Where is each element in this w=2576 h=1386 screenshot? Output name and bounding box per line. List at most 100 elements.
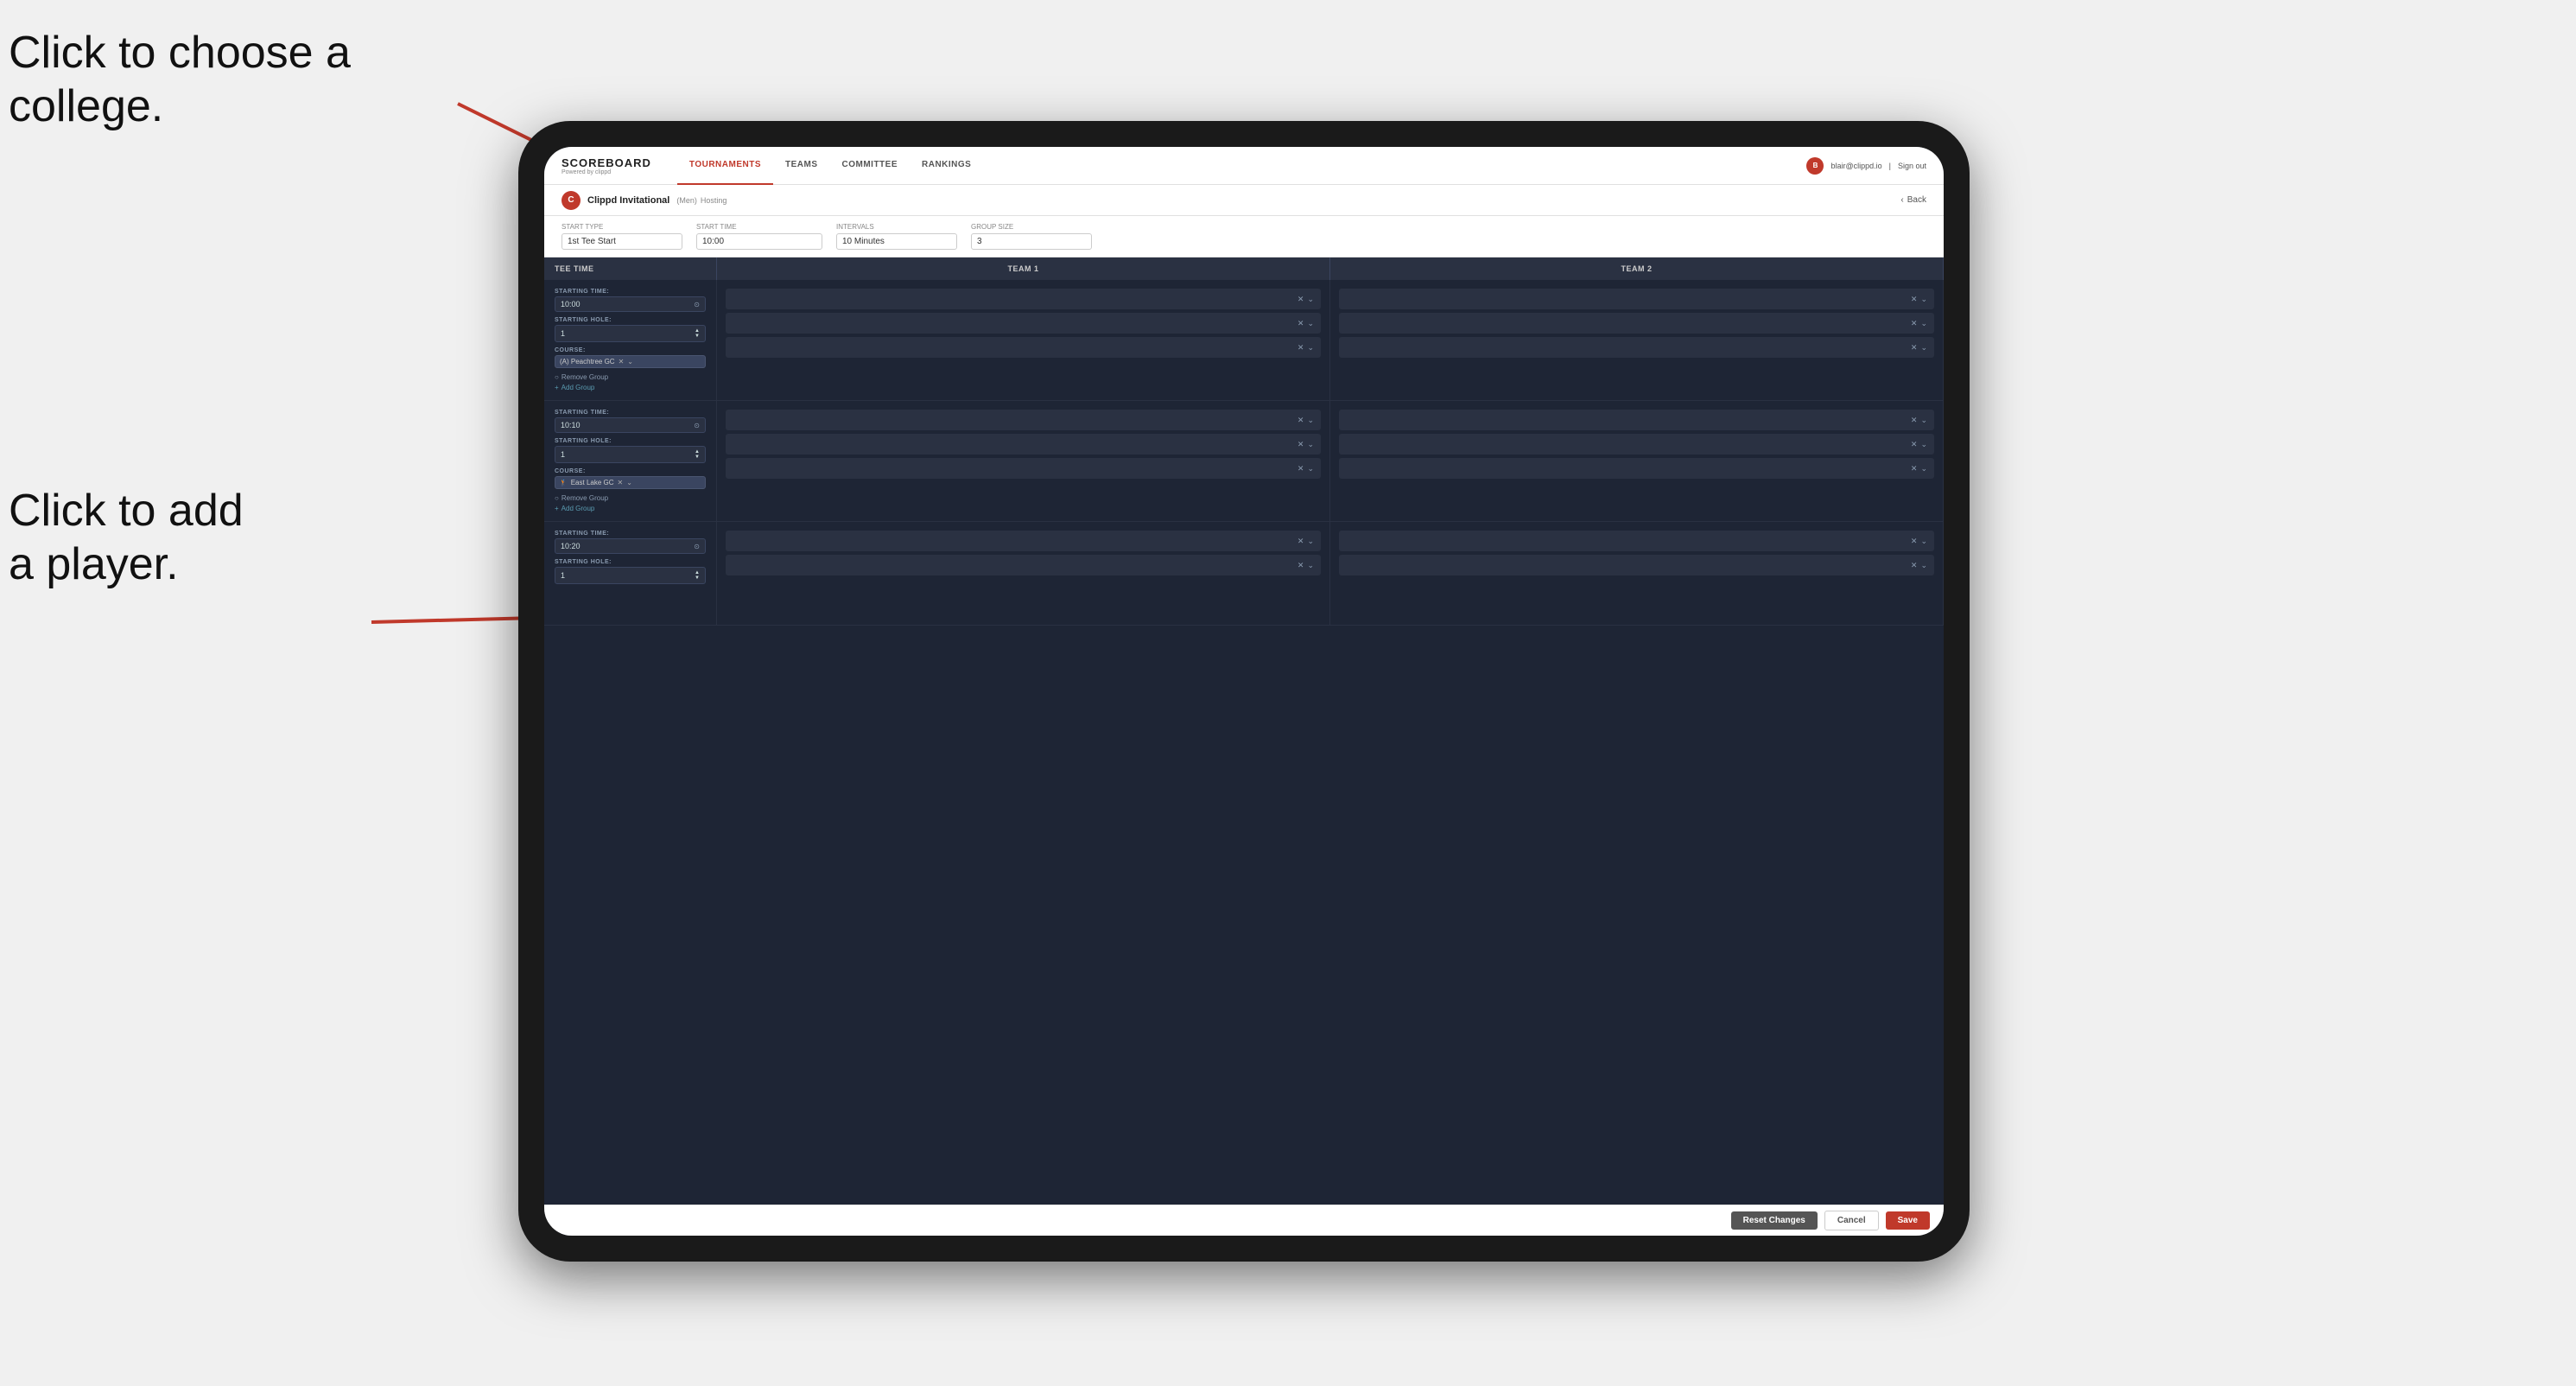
row1-time-input[interactable]: 10:00 ⊙ <box>555 296 706 312</box>
sub-header: C Clippd Invitational (Men) Hosting ‹ Ba… <box>544 185 1944 216</box>
row3-team2-slot2[interactable]: ✕⌄ <box>1339 555 1934 575</box>
row1-left: STARTING TIME: 10:00 ⊙ STARTING HOLE: <box>544 280 717 400</box>
intervals-select[interactable]: 10 Minutes 8 Minutes 12 Minutes <box>836 233 957 250</box>
slot-x-icon[interactable]: ✕ <box>1298 343 1304 353</box>
row1-course: COURSE: (A) Peachtree GC ✕ ⌄ <box>555 347 706 368</box>
user-avatar: B <box>1806 157 1824 175</box>
slot-edit-icon[interactable]: ⌄ <box>1307 295 1314 304</box>
row1-time-label: STARTING TIME: <box>555 289 706 295</box>
group-size-label: Group Size <box>971 223 1092 231</box>
row1-hole-label: STARTING HOLE: <box>555 317 706 323</box>
col-team1: Team 1 <box>717 257 1330 280</box>
row1-remove-group[interactable]: ○ Remove Group <box>555 373 706 381</box>
row2-remove-group[interactable]: ○ Remove Group <box>555 494 706 502</box>
slot-edit-icon[interactable]: ⌄ <box>1307 343 1314 353</box>
slot-edit-icon[interactable]: ⌄ <box>1307 319 1314 328</box>
nav-links: TOURNAMENTS TEAMS COMMITTEE RANKINGS <box>677 147 1807 185</box>
annotation-player: Click to add a player. <box>9 484 244 592</box>
row3-time-input[interactable]: 10:20 ⊙ <box>555 538 706 554</box>
start-type-label: Start Type <box>562 223 682 231</box>
annotation-player-line2: a player. <box>9 539 179 589</box>
annotation-college: Click to choose a college. <box>9 26 351 134</box>
nav-tournaments[interactable]: TOURNAMENTS <box>677 147 773 185</box>
row3-starting-time: STARTING TIME: 10:20 ⊙ <box>555 531 706 554</box>
row2-starting-hole: STARTING HOLE: 1 ▲▼ <box>555 438 706 463</box>
nav-teams[interactable]: TEAMS <box>773 147 830 185</box>
row2-team2-slot2[interactable]: ✕⌄ <box>1339 434 1934 455</box>
row1-hole-input[interactable]: 1 ▲▼ <box>555 325 706 342</box>
row2-add-group[interactable]: + Add Group <box>555 505 706 512</box>
row3-starting-hole: STARTING HOLE: 1 ▲▼ <box>555 559 706 584</box>
row2-time-input[interactable]: 10:10 ⊙ <box>555 417 706 433</box>
table-header: Tee Time Team 1 Team 2 <box>544 257 1944 280</box>
row1-team1-slot3[interactable]: ✕ ⌄ <box>726 337 1321 358</box>
logo-sub: Powered by clippd <box>562 169 651 175</box>
row2-left: STARTING TIME: 10:10 ⊙ STARTING HOLE: <box>544 401 717 521</box>
row2-course-tag[interactable]: 🏌 East Lake GC ✕ ⌄ <box>555 476 706 489</box>
schedule-row-2: STARTING TIME: 10:10 ⊙ STARTING HOLE: <box>544 401 1944 522</box>
nav-committee[interactable]: COMMITTEE <box>830 147 910 185</box>
row2-starting-time: STARTING TIME: 10:10 ⊙ <box>555 410 706 433</box>
row3-team1: ✕⌄ ✕⌄ <box>717 522 1330 625</box>
tournament-title: Clippd Invitational <box>587 195 669 206</box>
start-time-input[interactable] <box>696 233 822 250</box>
user-email: blair@clippd.io <box>1830 162 1881 170</box>
row1-starting-hole: STARTING HOLE: 1 ▲▼ <box>555 317 706 342</box>
annotation-college-line2: college. <box>9 81 163 131</box>
row1-team2-slot3[interactable]: ✕ ⌄ <box>1339 337 1934 358</box>
row2-team1-slot3[interactable]: ✕⌄ <box>726 458 1321 479</box>
divider: | <box>1889 162 1891 170</box>
row2-team2: ✕⌄ ✕⌄ ✕⌄ <box>1330 401 1944 521</box>
row2-hole-input[interactable]: 1 ▲▼ <box>555 446 706 463</box>
row2-team2-slot3[interactable]: ✕⌄ <box>1339 458 1934 479</box>
start-type-select[interactable]: 1st Tee Start Shotgun Start <box>562 233 682 250</box>
col-team2: Team 2 <box>1330 257 1944 280</box>
row3-team2: ✕⌄ ✕⌄ <box>1330 522 1944 625</box>
row2-team2-slot1[interactable]: ✕⌄ <box>1339 410 1934 430</box>
sign-out-link[interactable]: Sign out <box>1898 162 1926 170</box>
row1-team2: ✕ ⌄ ✕ ⌄ <box>1330 280 1944 400</box>
nav-right: B blair@clippd.io | Sign out <box>1806 157 1926 175</box>
tournament-tag: (Men) <box>676 196 697 205</box>
col-tee-time: Tee Time <box>544 257 717 280</box>
row3-hole-input[interactable]: 1 ▲▼ <box>555 567 706 584</box>
cancel-button[interactable]: Cancel <box>1824 1211 1879 1230</box>
group-size-group: Group Size 3 2 4 <box>971 223 1092 250</box>
row3-team2-slot1[interactable]: ✕⌄ <box>1339 531 1934 551</box>
row3-left: STARTING TIME: 10:20 ⊙ STARTING HOLE: <box>544 522 717 625</box>
app-content: SCOREBOARD Powered by clippd TOURNAMENTS… <box>544 147 1944 1236</box>
row2-team1-slot1[interactable]: ✕⌄ <box>726 410 1321 430</box>
logo-area: SCOREBOARD Powered by clippd <box>562 156 651 175</box>
row1-team2-slot2[interactable]: ✕ ⌄ <box>1339 313 1934 334</box>
slot-x-icon[interactable]: ✕ <box>1298 319 1304 328</box>
slot-x-icon[interactable]: ✕ <box>1298 295 1304 304</box>
group-size-select[interactable]: 3 2 4 <box>971 233 1092 250</box>
tournament-logo: C <box>562 191 581 210</box>
row3-team1-slot2[interactable]: ✕⌄ <box>726 555 1321 575</box>
main-content: Tee Time Team 1 Team 2 STARTING TIME: <box>544 257 1944 1205</box>
bottom-bar: Reset Changes Cancel Save <box>544 1205 1944 1236</box>
row1-add-group[interactable]: + Add Group <box>555 384 706 391</box>
row1-course-tag[interactable]: (A) Peachtree GC ✕ ⌄ <box>555 355 706 368</box>
logo-title: SCOREBOARD <box>562 156 651 169</box>
annotation-college-line1: Click to choose a <box>9 28 351 78</box>
start-type-group: Start Type 1st Tee Start Shotgun Start <box>562 223 682 250</box>
back-button[interactable]: ‹ Back <box>1900 195 1926 205</box>
row1-course-label: COURSE: <box>555 347 706 353</box>
save-button[interactable]: Save <box>1886 1211 1930 1230</box>
row1-team1-slot2[interactable]: ✕ ⌄ <box>726 313 1321 334</box>
nav-rankings[interactable]: RANKINGS <box>910 147 983 185</box>
schedule-rows: STARTING TIME: 10:00 ⊙ STARTING HOLE: <box>544 280 1944 1205</box>
tablet-screen: SCOREBOARD Powered by clippd TOURNAMENTS… <box>544 147 1944 1236</box>
row2-team1: ✕⌄ ✕⌄ ✕⌄ <box>717 401 1330 521</box>
reset-button[interactable]: Reset Changes <box>1731 1211 1818 1230</box>
row2-course: COURSE: 🏌 East Lake GC ✕ ⌄ <box>555 468 706 489</box>
row3-team1-slot1[interactable]: ✕⌄ <box>726 531 1321 551</box>
hosting-badge: Hosting <box>701 196 727 205</box>
row1-team2-slot1[interactable]: ✕ ⌄ <box>1339 289 1934 309</box>
row1-team1-slot1[interactable]: ✕ ⌄ <box>726 289 1321 309</box>
row2-team1-slot2[interactable]: ✕⌄ <box>726 434 1321 455</box>
start-time-label: Start Time <box>696 223 822 231</box>
row1-team1: ✕ ⌄ ✕ ⌄ <box>717 280 1330 400</box>
start-time-group: Start Time <box>696 223 822 250</box>
